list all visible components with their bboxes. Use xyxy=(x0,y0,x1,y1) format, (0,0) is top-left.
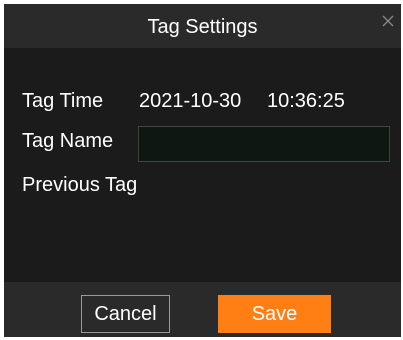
dialog-footer: Cancel Save xyxy=(4,282,401,337)
cancel-button[interactable]: Cancel xyxy=(81,295,170,333)
tag-time-clock: 10:36:25 xyxy=(267,90,345,112)
dialog-title: Tag Settings xyxy=(147,16,258,38)
close-icon[interactable] xyxy=(380,13,396,29)
tag-time-label: Tag Time xyxy=(22,90,104,112)
previous-tag-label: Previous Tag xyxy=(22,174,138,196)
tag-name-input[interactable] xyxy=(138,126,390,162)
tag-settings-dialog: Tag Settings Tag Time 2021-10-30 10:36:2… xyxy=(4,4,401,337)
save-button[interactable]: Save xyxy=(218,295,331,333)
tag-name-label: Tag Name xyxy=(22,130,114,152)
dialog-titlebar: Tag Settings xyxy=(4,4,401,48)
tag-time-date: 2021-10-30 xyxy=(139,90,242,112)
